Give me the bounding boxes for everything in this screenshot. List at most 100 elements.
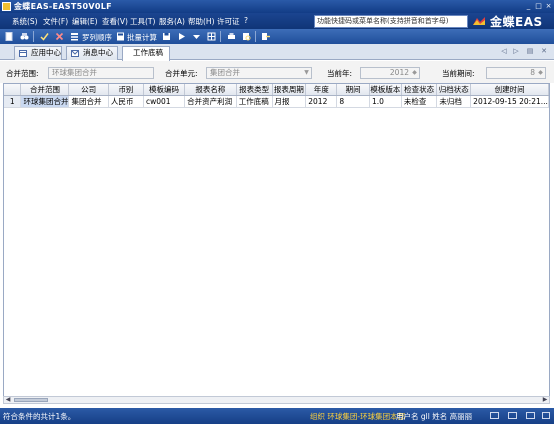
table-cell[interactable]: 月报 — [272, 95, 307, 108]
table-cell[interactable]: 环球集团合并 — [20, 95, 70, 108]
column-header[interactable]: 报表名称 — [184, 84, 237, 96]
column-header[interactable]: 年度 — [305, 84, 338, 96]
organization-text[interactable]: 组织 环球集团-环球集团本部 — [310, 411, 405, 422]
message-center-icon — [71, 50, 79, 57]
toolbar: 罗列顺序 批量计算 — [0, 29, 554, 44]
menu-view[interactable]: 查看(V) — [102, 16, 128, 27]
table-cell[interactable]: 未检查 — [401, 95, 438, 108]
status-layout-icon[interactable] — [542, 412, 550, 419]
period-value: 8 — [530, 68, 535, 77]
unit-label: 合并单元: — [165, 69, 198, 78]
tab-strip: 应用中心 消息中心 工作底稿 ◁ ▷ ▤ ✕ — [0, 44, 554, 61]
table-cell[interactable]: cw001 — [143, 95, 186, 108]
app-center-icon — [19, 50, 27, 57]
minimize-icon[interactable]: _ — [524, 2, 533, 10]
table-cell[interactable]: 工作底稿 — [236, 95, 273, 108]
status-bar: 符合条件的共计1条。 组织 环球集团-环球集团本部 用户名 gll 姓名 高丽丽 — [0, 408, 554, 424]
period-field[interactable]: 8 ◆ — [486, 67, 546, 79]
status-window-icon[interactable] — [490, 412, 499, 419]
table-cell[interactable]: 2012-09-15 20:21... — [470, 95, 549, 108]
status-tile-icon[interactable] — [526, 412, 535, 419]
spinner-icon[interactable]: ◆ — [537, 69, 544, 77]
scroll-left-icon[interactable]: ◀ — [4, 397, 12, 403]
arrange-order-icon[interactable] — [70, 32, 79, 41]
record-count-text: 符合条件的共计1条。 — [3, 412, 76, 421]
save-icon[interactable] — [162, 32, 171, 41]
title-bar: 金蝶EAS-EAST50V0LF _ □ × — [0, 0, 554, 13]
check-icon[interactable] — [40, 32, 49, 41]
tab-app-center[interactable]: 应用中心 — [14, 46, 62, 60]
horizontal-scrollbar[interactable]: ◀ ▶ — [3, 396, 550, 404]
table-cell[interactable]: 合并资产利润 — [184, 95, 237, 108]
binoculars-icon[interactable] — [20, 32, 29, 41]
menu-question[interactable]: ? — [244, 16, 248, 25]
menu-file[interactable]: 文件(F) — [43, 16, 68, 27]
filter-panel: 合并范围: 环球集团合并 合并单元: 集团合并 ▼ 当前年: 2012 ◆ 当前… — [0, 61, 554, 83]
toolbar-separator — [33, 31, 34, 42]
status-message-icon[interactable] — [508, 412, 517, 419]
column-header[interactable]: 模板版本 — [369, 84, 402, 96]
calculator-icon[interactable] — [116, 32, 125, 41]
table-cell[interactable]: 8 — [336, 95, 370, 108]
year-field[interactable]: 2012 ◆ — [360, 67, 420, 79]
arrange-order-button[interactable]: 罗列顺序 — [82, 32, 112, 43]
column-header[interactable]: 报表类型 — [236, 84, 273, 96]
tab-scroll-right-icon[interactable]: ▷ — [512, 47, 520, 56]
column-header[interactable]: 创建时间 — [470, 84, 549, 96]
table-cell[interactable]: 人民币 — [108, 95, 145, 108]
column-header[interactable]: 检查状态 — [401, 84, 438, 96]
grid-settings-icon[interactable] — [207, 32, 216, 41]
menu-tools[interactable]: 工具(T) — [130, 16, 155, 27]
tab-list-icon[interactable]: ▤ — [526, 47, 534, 56]
tab-app-center-label: 应用中心 — [31, 48, 61, 57]
menu-service[interactable]: 服务(A) — [159, 16, 185, 27]
working-paper-table[interactable]: 合并范围 公司 币别 模板编码 报表名称 报表类型 报表周期 年度 期间 模板版… — [3, 83, 550, 403]
column-header[interactable]: 公司 — [68, 84, 109, 96]
year-value: 2012 — [389, 68, 409, 77]
new-doc-icon[interactable] — [5, 32, 14, 41]
menu-help[interactable]: 帮助(H) — [188, 16, 215, 27]
print-preview-icon[interactable] — [242, 32, 251, 41]
table-row[interactable]: 1 环球集团合并 集团合并 人民币 cw001 合并资产利润 工作底稿 月报 2… — [4, 95, 549, 108]
scroll-right-icon[interactable]: ▶ — [541, 397, 549, 403]
column-header[interactable]: 模板编码 — [143, 84, 186, 96]
menu-system[interactable]: 系统(S) — [12, 16, 38, 27]
column-header[interactable]: 合并范围 — [20, 84, 70, 96]
column-header-rownum — [4, 84, 22, 96]
tab-message-center[interactable]: 消息中心 — [66, 46, 118, 60]
function-search-input[interactable]: 功能快捷码或菜单名称(支持拼音和首字母) — [314, 15, 468, 28]
batch-calc-button[interactable]: 批量计算 — [127, 32, 157, 43]
scope-field[interactable]: 环球集团合并 — [48, 67, 154, 79]
table-cell[interactable]: 集团合并 — [68, 95, 109, 108]
table-cell[interactable]: 2012 — [305, 95, 338, 108]
delete-icon[interactable] — [55, 32, 64, 41]
column-header[interactable]: 归档状态 — [436, 84, 472, 96]
close-icon[interactable]: × — [544, 2, 553, 10]
chevron-down-icon[interactable]: ▼ — [303, 69, 310, 77]
column-header[interactable]: 币别 — [108, 84, 145, 96]
play-icon[interactable] — [177, 32, 186, 41]
tab-working-paper-label: 工作底稿 — [133, 48, 163, 57]
menu-license[interactable]: 许可证 — [217, 16, 240, 27]
table-cell[interactable]: 未归档 — [436, 95, 472, 108]
scroll-thumb[interactable] — [14, 398, 48, 402]
spinner-icon[interactable]: ◆ — [411, 69, 418, 77]
unit-field[interactable]: 集团合并 ▼ — [206, 67, 312, 79]
year-label: 当前年: — [327, 69, 353, 78]
menu-edit[interactable]: 编辑(E) — [72, 16, 98, 27]
menu-bar: 系统(S) 文件(F) 编辑(E) 查看(V) 工具(T) 服务(A) 帮助(H… — [0, 13, 554, 29]
tab-working-paper[interactable]: 工作底稿 — [122, 46, 170, 61]
print-icon[interactable] — [227, 32, 236, 41]
toolbar-separator — [220, 31, 221, 42]
column-header[interactable]: 报表周期 — [272, 84, 307, 96]
maximize-icon[interactable]: □ — [534, 2, 543, 10]
tab-scroll-left-icon[interactable]: ◁ — [500, 47, 508, 56]
dropdown-arrow-icon[interactable] — [192, 32, 201, 41]
toolbar-separator — [255, 31, 256, 42]
table-header-row: 合并范围 公司 币别 模板编码 报表名称 报表类型 报表周期 年度 期间 模板版… — [4, 84, 549, 96]
table-cell[interactable]: 1.0 — [369, 95, 402, 108]
tab-close-icon[interactable]: ✕ — [540, 47, 548, 56]
exit-icon[interactable] — [261, 32, 270, 41]
row-number[interactable]: 1 — [4, 95, 22, 108]
column-header[interactable]: 期间 — [336, 84, 370, 96]
